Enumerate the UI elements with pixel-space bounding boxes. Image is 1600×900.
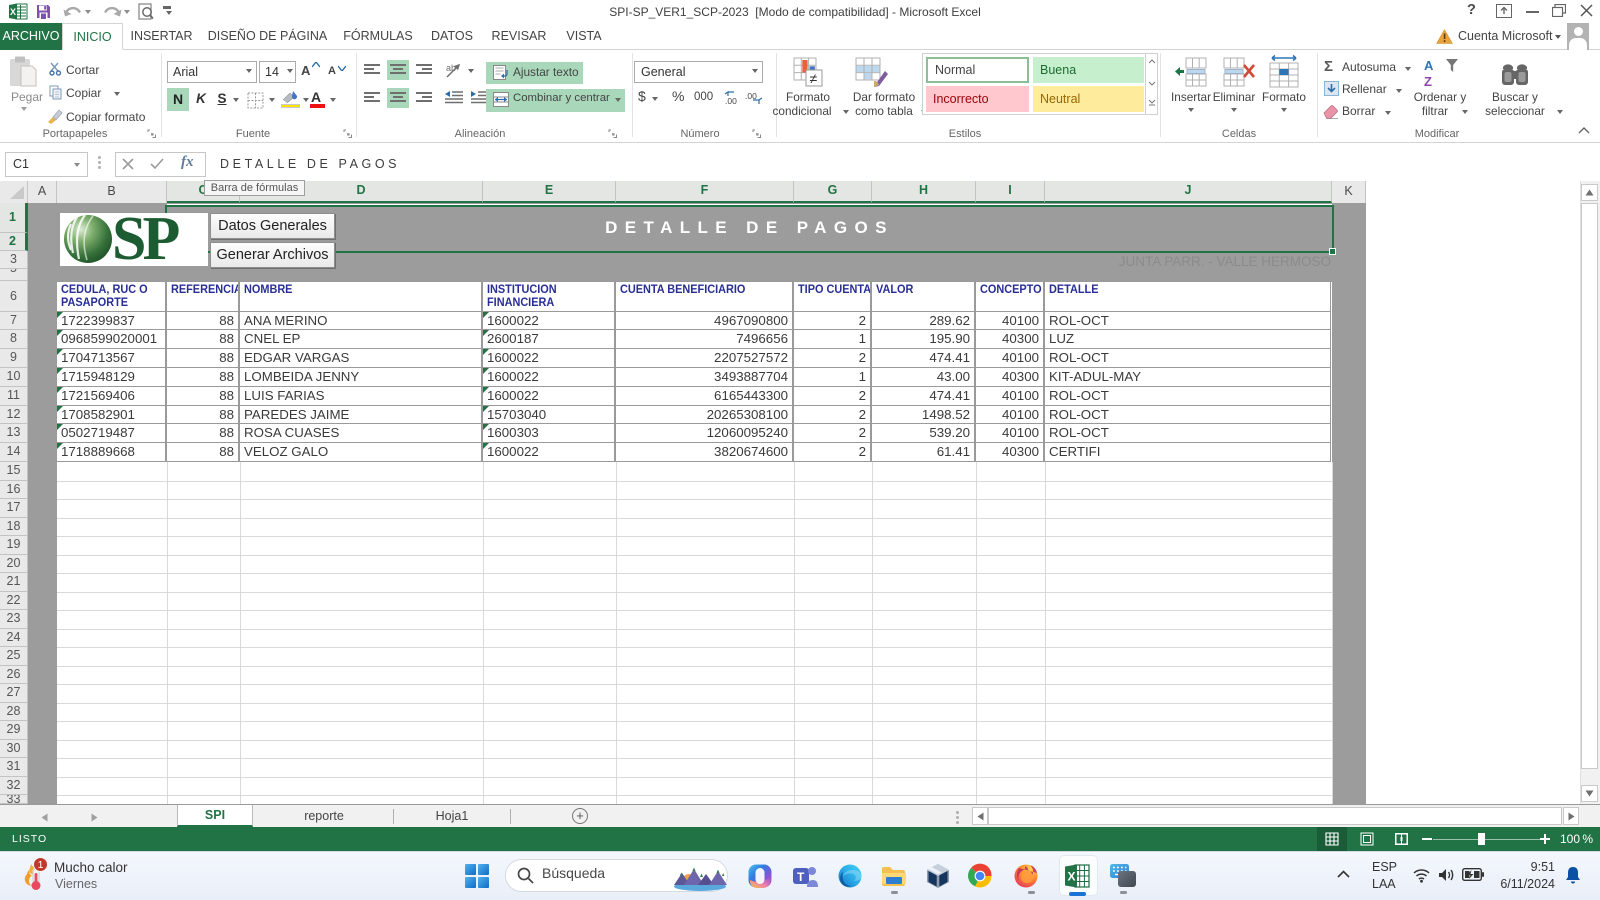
svg-text:.00: .00 <box>745 91 757 101</box>
svg-text:A: A <box>1424 58 1434 73</box>
svg-text:Z: Z <box>1424 74 1432 89</box>
svg-text:T: T <box>797 870 805 884</box>
svg-text:≠: ≠ <box>810 71 818 87</box>
svg-text:ab: ab <box>446 63 456 73</box>
svg-text:.00: .00 <box>725 96 737 106</box>
svg-text:X: X <box>1068 870 1076 884</box>
